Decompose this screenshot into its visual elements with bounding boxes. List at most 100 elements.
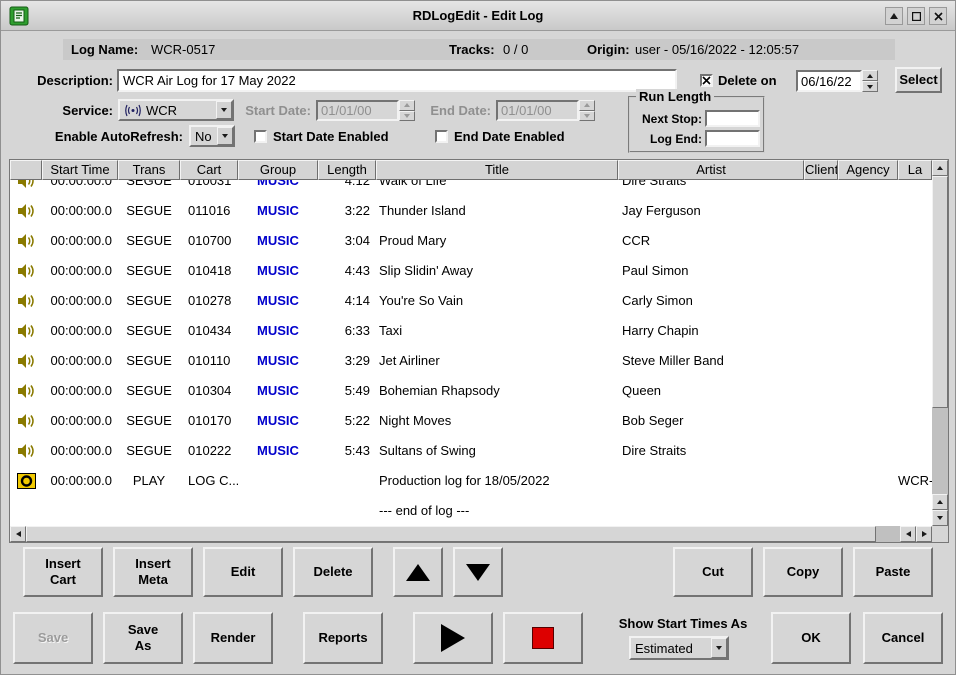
cell-trans: SEGUE xyxy=(118,196,180,226)
cell-agency xyxy=(838,256,898,286)
table-row[interactable]: 00:00:00.0 SEGUE 010304 MUSIC 5:49 Bohem… xyxy=(10,376,932,406)
column-header-label[interactable]: La xyxy=(898,160,932,180)
scroll-up-icon[interactable] xyxy=(932,494,948,510)
start-date-enabled-checkbox[interactable] xyxy=(254,130,267,143)
table-row[interactable]: 00:00:00.0 SEGUE 010700 MUSIC 3:04 Proud… xyxy=(10,226,932,256)
description-label: Description: xyxy=(21,73,113,88)
table-row[interactable]: 00:00:00.0 SEGUE 011016 MUSIC 3:22 Thund… xyxy=(10,196,932,226)
cell-client xyxy=(804,466,838,496)
scroll-down-icon[interactable] xyxy=(932,510,948,526)
broadcast-waves-icon xyxy=(124,104,142,117)
log-name-value: WCR-0517 xyxy=(151,39,215,60)
move-up-button[interactable] xyxy=(393,547,443,597)
cell-group: MUSIC xyxy=(238,196,318,226)
reports-button[interactable]: Reports xyxy=(303,612,383,664)
cell-client xyxy=(804,316,838,346)
log-end-input[interactable] xyxy=(705,130,760,147)
cell-start-time: 00:00:00.0 xyxy=(42,286,118,316)
cancel-button[interactable]: Cancel xyxy=(863,612,943,664)
description-input[interactable] xyxy=(117,69,677,92)
column-header-client[interactable]: Client xyxy=(804,160,838,180)
title-bar[interactable]: RDLogEdit - Edit Log xyxy=(1,1,955,31)
insert-cart-button[interactable]: Insert Cart xyxy=(23,547,103,597)
horizontal-scrollbar-thumb[interactable] xyxy=(26,526,876,542)
select-date-button[interactable]: Select xyxy=(895,67,942,93)
table-header: Start Time Trans Cart Group Length Title… xyxy=(10,160,932,180)
play-button[interactable] xyxy=(413,612,493,664)
cell-start-time: 00:00:00.0 xyxy=(42,406,118,436)
table-row[interactable]: 00:00:00.0 SEGUE 010170 MUSIC 5:22 Night… xyxy=(10,406,932,436)
table-row[interactable]: 00:00:00.0 SEGUE 010278 MUSIC 4:14 You'r… xyxy=(10,286,932,316)
column-header-length[interactable]: Length xyxy=(318,160,376,180)
table-row[interactable]: 00:00:00.0 PLAY LOG C... Production log … xyxy=(10,466,932,496)
cell-artist: CCR xyxy=(618,226,804,256)
scroll-left-icon[interactable] xyxy=(900,526,916,542)
table-row[interactable]: 00:00:00.0 SEGUE 010418 MUSIC 4:43 Slip … xyxy=(10,256,932,286)
end-date-label: End Date: xyxy=(423,103,491,118)
render-button[interactable]: Render xyxy=(193,612,273,664)
cut-button[interactable]: Cut xyxy=(673,547,753,597)
paste-button[interactable]: Paste xyxy=(853,547,933,597)
column-header-start-time[interactable]: Start Time xyxy=(42,160,118,180)
move-down-button[interactable] xyxy=(453,547,503,597)
cell-agency xyxy=(838,466,898,496)
vertical-scrollbar-thumb[interactable] xyxy=(932,176,948,408)
edit-button[interactable]: Edit xyxy=(203,547,283,597)
column-header-artist[interactable]: Artist xyxy=(618,160,804,180)
cell-length: 4:14 xyxy=(318,286,376,316)
column-header-group[interactable]: Group xyxy=(238,160,318,180)
shade-button[interactable] xyxy=(885,7,903,25)
cell-cart: 010170 xyxy=(180,406,238,436)
delete-on-checkbox[interactable] xyxy=(700,74,713,87)
end-date-input xyxy=(496,100,579,121)
log-event-table: Start Time Trans Cart Group Length Title… xyxy=(9,159,949,543)
cell-client xyxy=(804,256,838,286)
end-of-log-row[interactable]: --- end of log --- xyxy=(10,496,932,526)
column-header-trans[interactable]: Trans xyxy=(118,160,180,180)
cell-trans: SEGUE xyxy=(118,376,180,406)
show-start-times-combobox[interactable]: Estimated xyxy=(629,636,729,660)
origin-value: user - 05/16/2022 - 12:05:57 xyxy=(635,39,799,60)
maximize-button[interactable] xyxy=(907,7,925,25)
delete-date-input[interactable] xyxy=(796,70,862,92)
cell-start-time: 00:00:00.0 xyxy=(42,180,118,196)
end-date-enabled-checkbox[interactable] xyxy=(435,130,448,143)
table-row[interactable]: 00:00:00.0 SEGUE 010434 MUSIC 6:33 Taxi … xyxy=(10,316,932,346)
scroll-right-icon[interactable] xyxy=(916,526,932,542)
copy-button[interactable]: Copy xyxy=(763,547,843,597)
cell-label xyxy=(898,256,932,286)
column-header-title[interactable]: Title xyxy=(376,160,618,180)
horizontal-scrollbar[interactable] xyxy=(10,526,932,542)
column-header-cart[interactable]: Cart xyxy=(180,160,238,180)
ok-button[interactable]: OK xyxy=(771,612,851,664)
save-as-button[interactable]: Save As xyxy=(103,612,183,664)
delete-on-label: Delete on xyxy=(718,73,777,88)
vertical-scrollbar[interactable] xyxy=(932,160,948,526)
scroll-up-icon[interactable] xyxy=(932,160,948,176)
spin-up-icon[interactable] xyxy=(862,70,878,81)
cell-trans: SEGUE xyxy=(118,436,180,466)
speaker-icon xyxy=(10,196,42,226)
column-header-agency[interactable]: Agency xyxy=(838,160,898,180)
speaker-icon xyxy=(10,226,42,256)
table-row[interactable]: 00:00:00.0 SEGUE 010110 MUSIC 3:29 Jet A… xyxy=(10,346,932,376)
spin-down-icon[interactable] xyxy=(862,81,878,92)
table-row[interactable]: 00:00:00.0 SEGUE 010222 MUSIC 5:43 Sulta… xyxy=(10,436,932,466)
next-stop-input[interactable] xyxy=(705,110,760,127)
check-x-icon xyxy=(702,76,711,85)
cell-client xyxy=(804,286,838,316)
close-button[interactable] xyxy=(929,7,947,25)
autorefresh-combobox[interactable]: No xyxy=(189,125,235,147)
cell-group: MUSIC xyxy=(238,226,318,256)
service-combobox[interactable]: WCR xyxy=(118,99,234,121)
column-header-icon[interactable] xyxy=(10,160,42,180)
stop-button[interactable] xyxy=(503,612,583,664)
spin-up-icon xyxy=(579,100,595,111)
insert-meta-button[interactable]: Insert Meta xyxy=(113,547,193,597)
cell-cart: 010031 xyxy=(180,180,238,196)
delete-button[interactable]: Delete xyxy=(293,547,373,597)
table-row[interactable]: 00:00:00.0 SEGUE 010031 MUSIC 4:12 Walk … xyxy=(10,180,932,196)
scroll-left-icon[interactable] xyxy=(10,526,26,542)
origin-label: Origin: xyxy=(587,39,630,60)
spin-down-icon xyxy=(579,111,595,122)
